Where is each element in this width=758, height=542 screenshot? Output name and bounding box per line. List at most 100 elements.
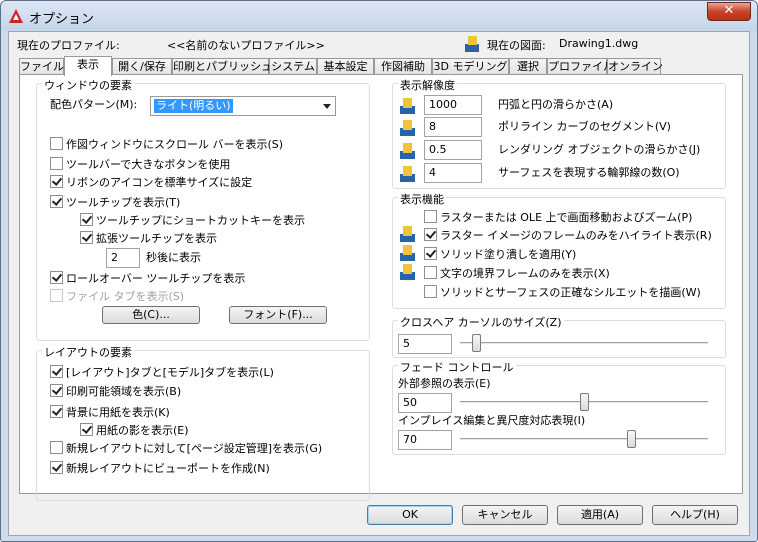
tab-open-save[interactable]: 開く/保存: [112, 58, 172, 75]
color-scheme-select[interactable]: ライト(明るい): [150, 96, 336, 116]
solid-fill-checkbox[interactable]: [424, 247, 437, 260]
tab-online[interactable]: オンライン: [607, 58, 663, 75]
cancel-button[interactable]: キャンセル: [462, 505, 548, 525]
arc-smoothness-label: 円弧と円の滑らかさ(A): [498, 98, 614, 111]
crosshair-slider-thumb[interactable]: [471, 334, 481, 352]
create-viewport-checkbox[interactable]: [50, 461, 63, 474]
printable-area-checkbox[interactable]: [50, 384, 63, 397]
raster-frame-option[interactable]: ラスター イメージのフレームのみをハイライト表示(R): [424, 228, 712, 244]
tab-3d-modeling[interactable]: 3D モデリング: [432, 58, 509, 75]
ribbon-icons-option[interactable]: リボンのアイコンを標準サイズに設定: [50, 175, 252, 191]
tab-files[interactable]: ファイル: [19, 58, 64, 75]
printable-area-option[interactable]: 印刷可能領域を表示(B): [50, 384, 181, 400]
drawing-icon: [465, 36, 479, 52]
layout-model-tabs-option[interactable]: [レイアウト]タブと[モデル]タブを表示(L): [50, 365, 274, 381]
inplace-fade-slider-thumb[interactable]: [627, 430, 637, 448]
solid-fill-label: ソリッド塗り潰しを適用(Y): [440, 248, 577, 261]
raster-pan-checkbox[interactable]: [424, 210, 437, 223]
chevron-down-icon: [323, 104, 331, 109]
scrollbars-checkbox[interactable]: [50, 137, 63, 150]
drawing-saved-icon: [400, 264, 415, 280]
tab-selection[interactable]: 選択: [509, 58, 547, 75]
file-tabs-label: ファイル タブを表示(S): [66, 290, 185, 303]
ribbon-icons-checkbox[interactable]: [50, 175, 63, 188]
apply-button[interactable]: 適用(A): [557, 505, 643, 525]
tab-system[interactable]: システム: [269, 58, 317, 75]
tooltip-delay-input[interactable]: 2: [106, 248, 140, 268]
silhouette-option[interactable]: ソリッドとサーフェスの正確なシルエットを描画(W): [424, 285, 701, 301]
crosshair-slider-track[interactable]: [460, 342, 708, 345]
text-frame-option[interactable]: 文字の境界フレームのみを表示(X): [424, 266, 610, 282]
layout-model-tabs-checkbox[interactable]: [50, 365, 63, 378]
create-viewport-option[interactable]: 新規レイアウトにビューポートを作成(N): [50, 461, 270, 477]
display-tab-page: ウィンドウの要素 配色パターン(M): ライト(明るい) 作図ウィンドウにスクロ…: [19, 74, 743, 501]
extended-tooltips-checkbox[interactable]: [80, 231, 93, 244]
silhouette-checkbox[interactable]: [424, 285, 437, 298]
raster-frame-checkbox[interactable]: [424, 228, 437, 241]
tooltips-label: ツールチップを表示(T): [66, 196, 181, 209]
text-frame-checkbox[interactable]: [424, 266, 437, 279]
current-drawing-value: Drawing1.dwg: [559, 37, 639, 50]
page-setup-manager-option[interactable]: 新規レイアウトに対して[ページ設定管理]を表示(G): [50, 441, 322, 457]
drawing-saved-icon: [400, 166, 415, 182]
tab-drafting[interactable]: 作図補助: [374, 58, 432, 75]
options-dialog: オプション ✕ 現在のプロファイル: <<名前のないプロファイル>> 現在の図面…: [0, 0, 758, 542]
colors-button[interactable]: 色(C)...: [102, 306, 200, 324]
crosshair-size-input[interactable]: 5: [398, 334, 452, 354]
profile-row: 現在のプロファイル: <<名前のないプロファイル>> 現在の図面: Drawin…: [17, 36, 741, 53]
dialog-client: 現在のプロファイル: <<名前のないプロファイル>> 現在の図面: Drawin…: [8, 31, 750, 536]
drawing-saved-icon: [400, 226, 415, 242]
xref-fade-slider-thumb[interactable]: [579, 393, 589, 411]
help-button[interactable]: ヘルプ(H): [652, 505, 738, 525]
solid-fill-option[interactable]: ソリッド塗り潰しを適用(Y): [424, 247, 576, 263]
layout-elements-legend: レイアウトの要素: [42, 344, 134, 360]
display-resolution-legend: 表示解像度: [398, 77, 457, 93]
rollover-checkbox[interactable]: [50, 271, 63, 284]
large-buttons-label: ツールバーで大きなボタンを使用: [66, 158, 231, 171]
rollover-option[interactable]: ロールオーバー ツールチップを表示: [50, 271, 245, 287]
paper-background-option[interactable]: 背景に用紙を表示(K): [50, 405, 170, 421]
color-scheme-value: ライト(明るい): [154, 99, 233, 113]
current-profile-value: <<名前のないプロファイル>>: [167, 39, 325, 52]
page-setup-manager-checkbox[interactable]: [50, 441, 63, 454]
drawing-saved-icon: [400, 120, 415, 136]
printable-area-label: 印刷可能領域を表示(B): [66, 385, 182, 398]
scrollbars-label: 作図ウィンドウにスクロール バーを表示(S): [66, 138, 284, 151]
raster-pan-option[interactable]: ラスターまたは OLE 上で画面移動およびズーム(P): [424, 210, 692, 226]
inplace-fade-slider-track[interactable]: [460, 438, 708, 441]
shortcut-keys-option[interactable]: ツールチップにショートカットキーを表示: [80, 213, 305, 229]
paper-shadow-label: 用紙の影を表示(E): [96, 424, 189, 437]
large-buttons-checkbox[interactable]: [50, 157, 63, 170]
xref-fade-input[interactable]: 50: [398, 393, 452, 413]
tab-plot-publish[interactable]: 印刷とパブリッシュ: [172, 58, 272, 75]
rollover-label: ロールオーバー ツールチップを表示: [66, 272, 246, 285]
tab-profiles[interactable]: プロファイル: [547, 58, 614, 75]
fonts-button[interactable]: フォント(F)...: [229, 306, 327, 324]
paper-background-checkbox[interactable]: [50, 405, 63, 418]
polyline-segments-input[interactable]: 8: [424, 117, 482, 137]
ok-button[interactable]: OK: [367, 505, 453, 525]
raster-frame-label: ラスター イメージのフレームのみをハイライト表示(R): [440, 229, 712, 242]
large-buttons-option[interactable]: ツールバーで大きなボタンを使用: [50, 157, 230, 173]
inplace-fade-input[interactable]: 70: [398, 430, 452, 450]
tooltips-option[interactable]: ツールチップを表示(T): [50, 195, 180, 211]
paper-shadow-option[interactable]: 用紙の影を表示(E): [80, 423, 189, 439]
drawing-saved-icon: [400, 143, 415, 159]
tab-user-preferences[interactable]: 基本設定: [317, 58, 374, 75]
silhouette-label: ソリッドとサーフェスの正確なシルエットを描画(W): [440, 286, 701, 299]
contour-lines-input[interactable]: 4: [424, 163, 482, 183]
title-bar[interactable]: オプション ✕: [1, 1, 757, 31]
create-viewport-label: 新規レイアウトにビューポートを作成(N): [66, 462, 270, 475]
arc-smoothness-input[interactable]: 1000: [424, 95, 482, 115]
close-button[interactable]: ✕: [707, 2, 751, 21]
tab-display[interactable]: 表示: [64, 56, 112, 76]
tooltips-checkbox[interactable]: [50, 195, 63, 208]
shortcut-keys-checkbox[interactable]: [80, 213, 93, 226]
crosshair-legend: クロスヘア カーソルのサイズ(Z): [398, 314, 564, 330]
extended-tooltips-option[interactable]: 拡張ツールチップを表示: [80, 231, 217, 247]
inplace-fade-label: インプレイス編集と異尺度対応表現(I): [398, 414, 586, 427]
current-profile-label: 現在のプロファイル:: [17, 39, 120, 52]
paper-shadow-checkbox[interactable]: [80, 423, 93, 436]
scrollbars-option[interactable]: 作図ウィンドウにスクロール バーを表示(S): [50, 137, 283, 153]
render-smoothness-input[interactable]: 0.5: [424, 140, 482, 160]
